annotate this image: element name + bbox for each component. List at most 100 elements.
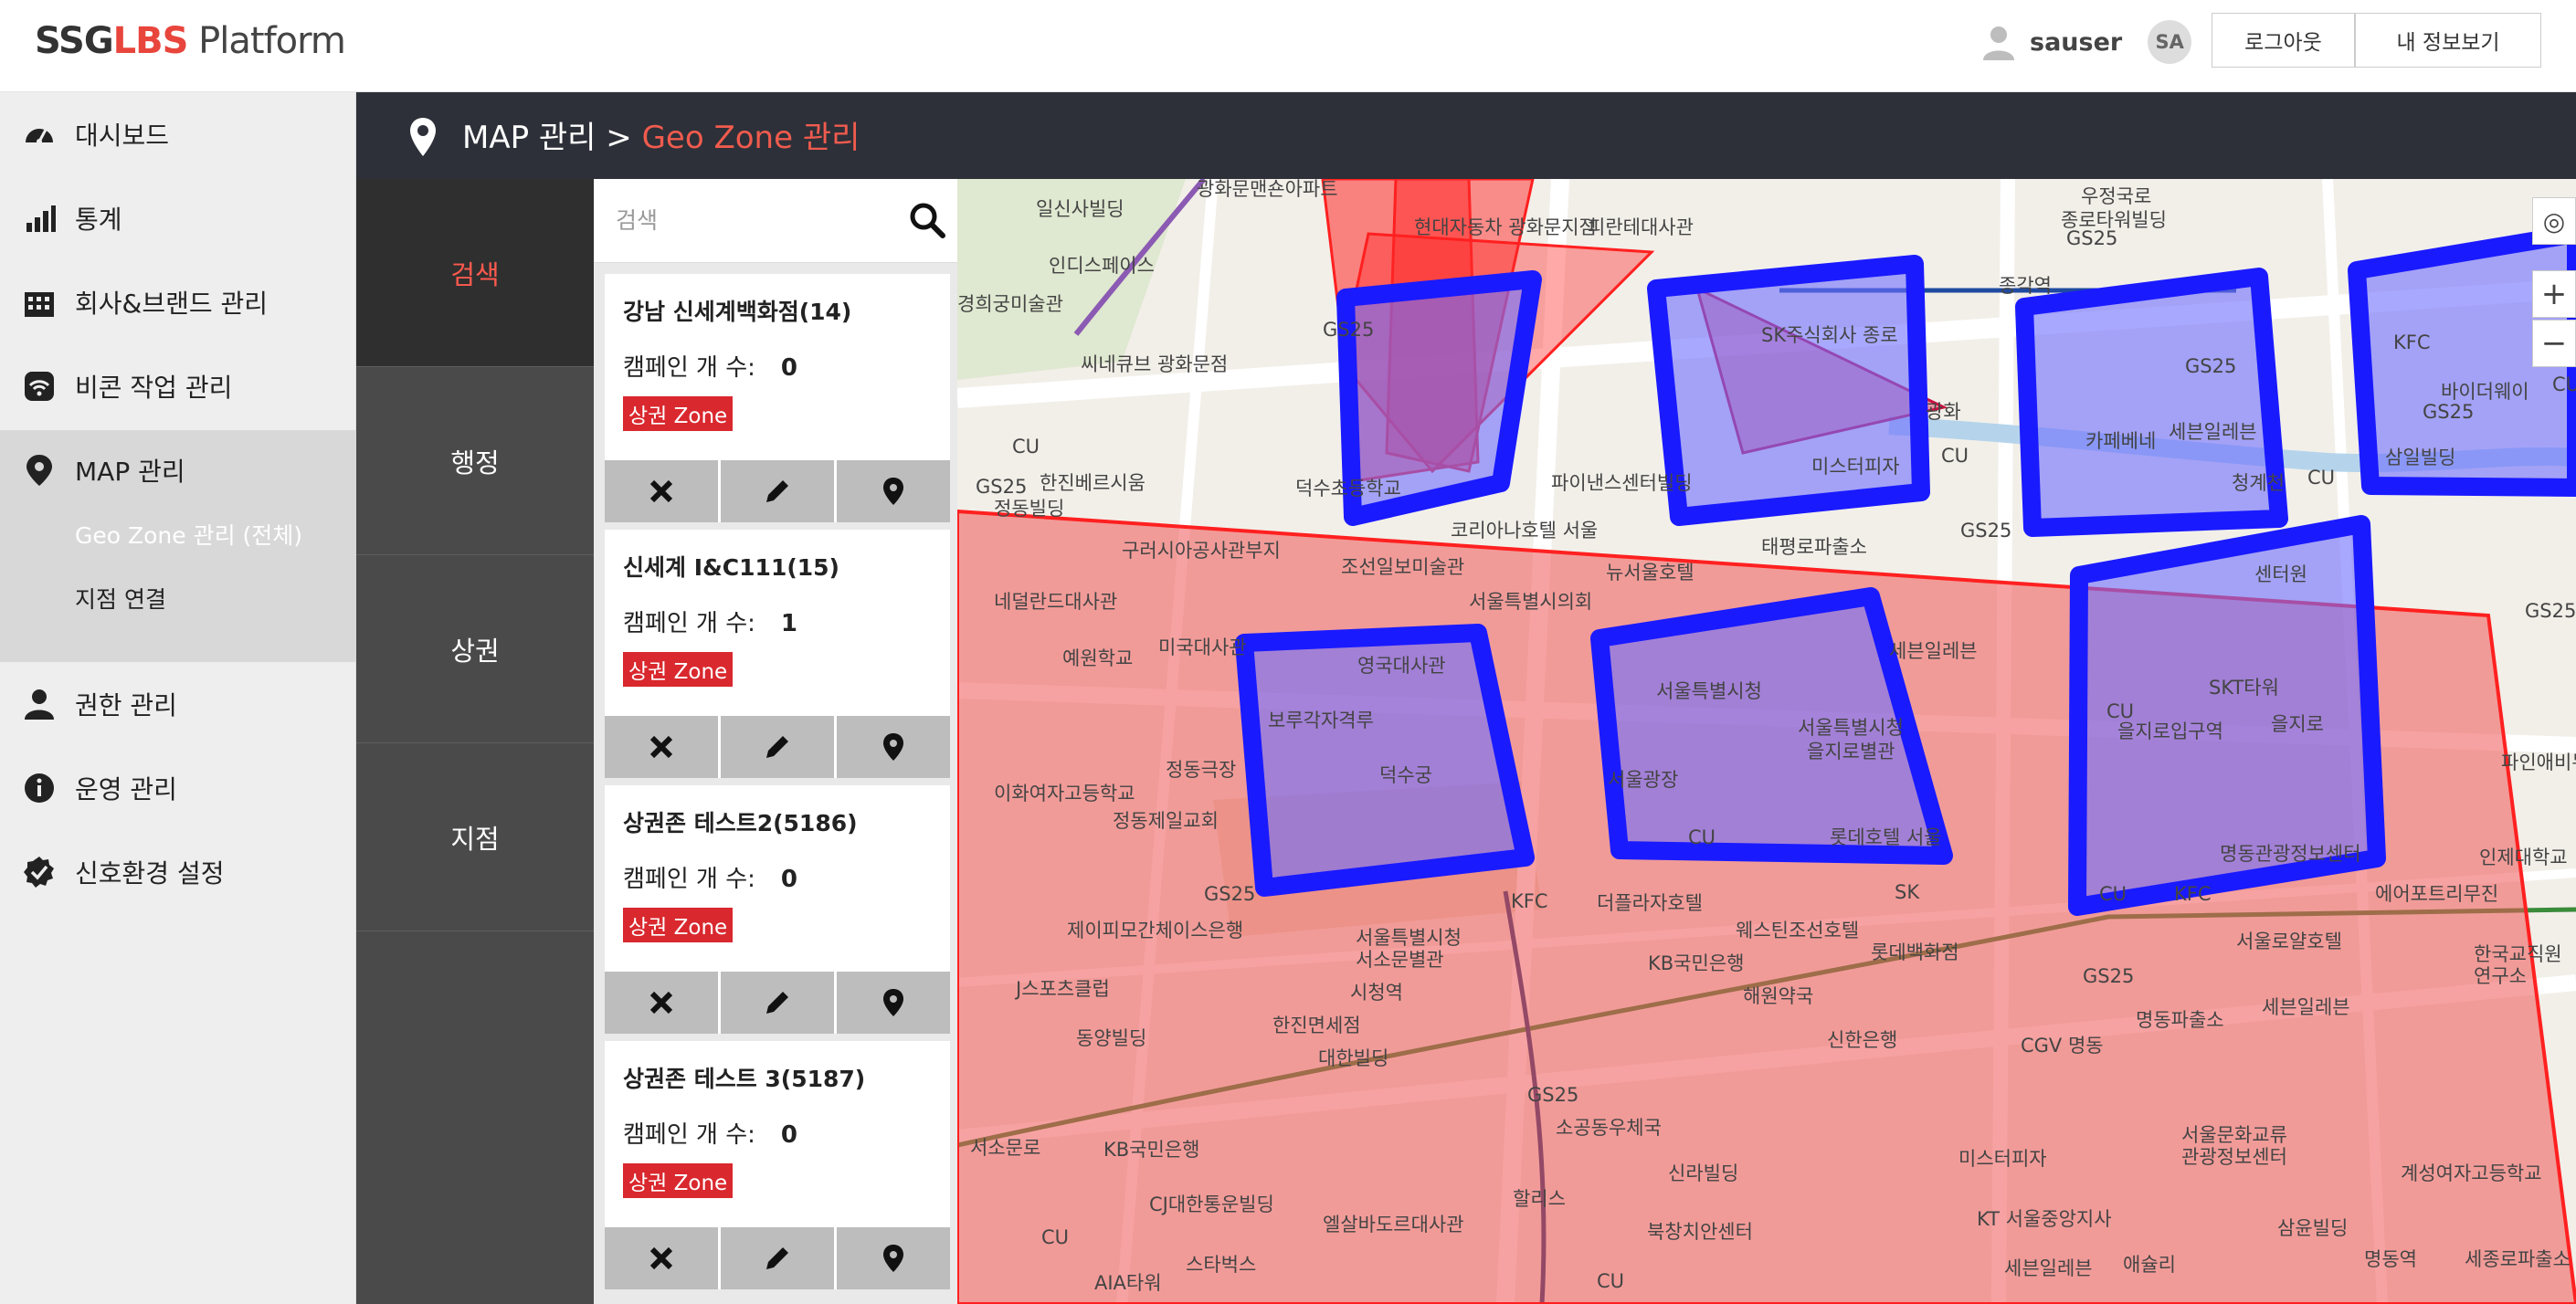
svg-text:연구소: 연구소 [2474,965,2527,987]
zoom-in-button[interactable]: + [2532,270,2576,318]
sidebar-item-operations[interactable]: 운영 관리 [0,746,356,830]
edit-button[interactable] [721,1227,834,1289]
svg-text:SK주식회사 종로: SK주식회사 종로 [1761,324,1898,346]
sidebar-item-statistics[interactable]: 통계 [0,176,356,260]
sidebar-item-label: 비콘 작업 관리 [75,373,233,403]
edit-icon [766,736,788,758]
locate-button[interactable] [837,716,950,778]
svg-text:GS25: GS25 [1527,1084,1578,1106]
svg-text:구러시아공사관부지: 구러시아공사관부지 [1122,540,1281,562]
delete-icon [649,991,673,1015]
svg-text:동양빌딩: 동양빌딩 [1076,1027,1146,1049]
zoom-out-button[interactable]: − [2532,320,2576,367]
zone-card[interactable]: 강남 신세계백화점(14) 캠페인 개 수: 0 상권 Zone [605,274,950,522]
svg-text:한국교직원: 한국교직원 [2474,943,2562,965]
delete-button[interactable] [605,972,718,1034]
svg-text:신라빌딩: 신라빌딩 [1668,1162,1738,1184]
edit-icon [766,480,788,502]
zone-card[interactable]: 신세계 I&C111(15) 캠페인 개 수: 1 상권 Zone [605,530,950,778]
svg-text:덕수궁: 덕수궁 [1379,764,1432,786]
sidebar-item-map[interactable]: MAP 관리 [0,430,356,510]
tab-administrative[interactable]: 행정 [356,367,594,555]
my-location-button[interactable]: ◎ [2532,197,2576,245]
svg-text:광화: 광화 [1926,401,1961,423]
svg-text:을지로: 을지로 [2271,713,2324,735]
campaign-count: 캠페인 개 수: 0 [623,354,797,382]
svg-text:CU: CU [1688,826,1716,848]
svg-text:세븐일레븐: 세븐일레븐 [2262,996,2350,1018]
svg-text:뉴서울호텔: 뉴서울호텔 [1606,562,1694,584]
filter-tabs: 검색 행정 상권 지점 [356,179,594,1304]
sidebar-item-permissions[interactable]: 권한 관리 [0,662,356,746]
edit-button[interactable] [721,716,834,778]
svg-text:GS25: GS25 [2525,600,2576,622]
locate-button[interactable] [837,1227,950,1289]
zone-title: 신세계 I&C111(15) [623,554,839,581]
locate-button[interactable] [837,972,950,1034]
svg-text:광화문맨숀아파트: 광화문맨숀아파트 [1197,179,1338,200]
delete-button[interactable] [605,460,718,522]
sidebar-item-label: 회사&브랜드 관리 [75,289,269,319]
zone-card[interactable]: 상권존 테스트2(5186) 캠페인 개 수: 0 상권 Zone [605,785,950,1034]
delete-button[interactable] [605,716,718,778]
svg-text:카페베네: 카페베네 [2085,430,2156,452]
tab-branch[interactable]: 지점 [356,743,594,931]
edit-button[interactable] [721,460,834,522]
sidebar-item-dashboard[interactable]: 대시보드 [0,92,356,176]
svg-text:정동극장: 정동극장 [1166,759,1236,781]
svg-text:북창치안센터: 북창치안센터 [1647,1221,1753,1243]
delete-icon [649,735,673,759]
svg-text:CU: CU [2307,467,2335,489]
svg-text:서울특별시청: 서울특별시청 [1356,927,1462,949]
svg-text:센터원: 센터원 [2254,563,2307,585]
svg-text:할리스: 할리스 [1513,1188,1566,1210]
svg-text:CU: CU [1941,445,1969,467]
sidebar-subitem-geo-zone[interactable]: Geo Zone 관리 (전체) [75,518,302,551]
breadcrumb-separator: > [596,120,642,156]
svg-text:정동제일교회: 정동제일교회 [1113,810,1219,832]
search-icon[interactable] [908,201,946,239]
sidebar-item-company-brand[interactable]: 회사&브랜드 관리 [0,260,356,344]
sidebar-item-signal-settings[interactable]: 신호환경 설정 [0,830,356,914]
sidebar-subitem-branch-link[interactable]: 지점 연결 [75,582,166,615]
sidebar-item-beacon[interactable]: 비콘 작업 관리 [0,344,356,428]
breadcrumb-section[interactable]: MAP 관리 [462,120,596,156]
svg-text:SKT타워: SKT타워 [2209,677,2279,699]
search-input[interactable] [616,197,890,243]
map-canvas[interactable]: 광화문맨숀아파트 일신사빌딩 인디스페이스 경희궁미술관 씨네큐브 광화문점 한… [957,179,2576,1304]
zone-type-badge: 상권 Zone [623,1163,734,1198]
avatar[interactable]: SA [2148,20,2192,64]
locate-button[interactable] [837,460,950,522]
svg-text:KB국민은행: KB국민은행 [1648,952,1744,974]
zone-card[interactable]: 상권존 테스트 3(5187) 캠페인 개 수: 0 상권 Zone [605,1041,950,1289]
edit-button[interactable] [721,972,834,1034]
zone-title: 상권존 테스트 3(5187) [623,1066,866,1092]
sidebar: 대시보드 통계 회사&브랜드 관리 비콘 작업 관리 MAP 관리 Geo Zo… [0,92,356,1304]
zone-title: 상권존 테스트2(5186) [623,810,858,836]
tab-search[interactable]: 검색 [356,179,594,367]
svg-text:SK: SK [1895,881,1920,903]
svg-text:보루각자격루: 보루각자격루 [1268,710,1374,731]
sidebar-item-label: 권한 관리 [75,690,177,720]
delete-button[interactable] [605,1227,718,1289]
svg-text:에어포트리무진: 에어포트리무진 [2375,883,2498,905]
app-logo[interactable]: SSGLBS Platform [35,20,346,62]
svg-text:CU: CU [1012,436,1040,457]
profile-button[interactable]: 내 정보보기 [2355,13,2541,68]
svg-text:KFC: KFC [2174,883,2212,905]
map-pin-icon [410,118,436,156]
info-icon [25,773,54,803]
svg-text:일신사빌딩: 일신사빌딩 [1036,198,1124,220]
zone-title: 강남 신세계백화점(14) [623,299,852,325]
svg-text:파인애비뉴: 파인애비뉴 [2501,752,2576,773]
svg-text:GS25: GS25 [976,476,1027,498]
sidebar-item-label: 운영 관리 [75,774,177,804]
svg-text:신한은행: 신한은행 [1827,1029,1897,1051]
tab-commercial[interactable]: 상권 [356,555,594,743]
svg-text:웨스틴조선호텔: 웨스틴조선호텔 [1736,920,1859,941]
svg-text:을지로입구역: 을지로입구역 [2117,720,2223,742]
svg-text:바이더웨이: 바이더웨이 [2441,381,2529,403]
svg-text:삼윤빌딩: 삼윤빌딩 [2277,1217,2348,1239]
svg-text:세종로파출소: 세종로파출소 [2465,1248,2571,1270]
logout-button[interactable]: 로그아웃 [2212,13,2355,68]
